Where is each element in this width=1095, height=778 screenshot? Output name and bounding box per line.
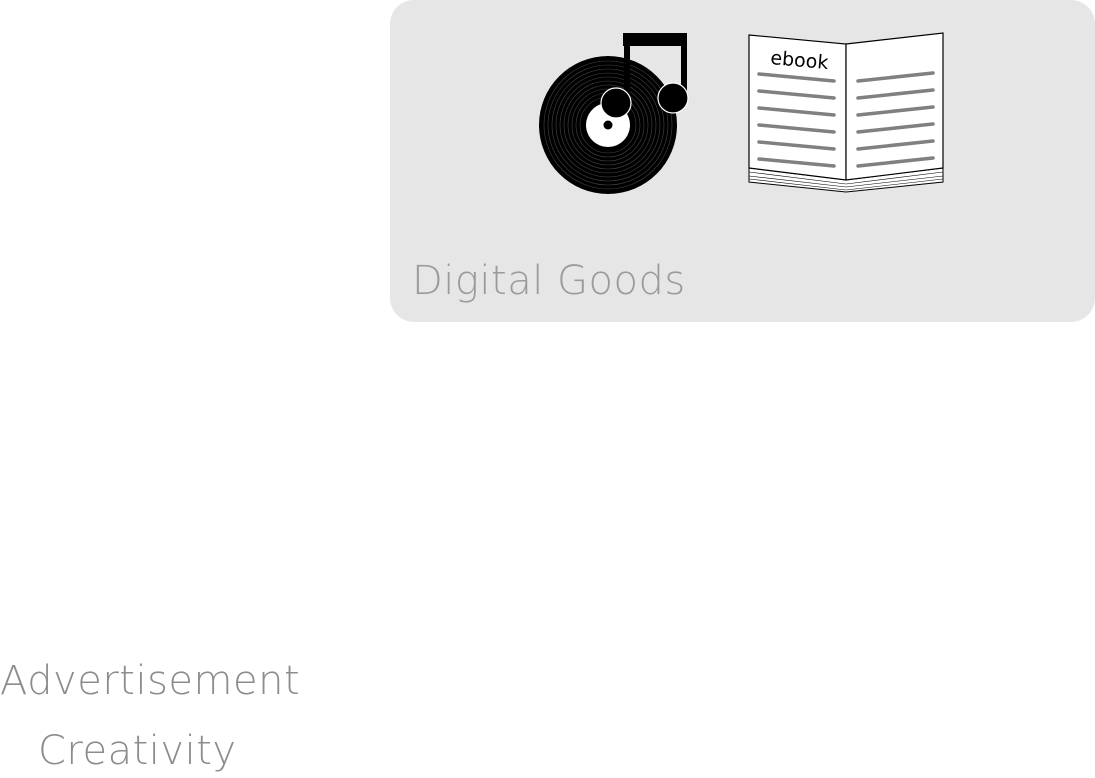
music-vinyl-icon	[539, 33, 689, 194]
digital-goods-card[interactable]: ebook Digital Goods	[390, 0, 1095, 322]
ebook-icon: ebook	[748, 32, 944, 193]
page: ebook Digital Goods Advertisement Creati…	[0, 0, 1095, 778]
card-title: Digital Goods	[412, 258, 686, 304]
advertisement-label: Advertisement	[0, 658, 301, 704]
creativity-label: Creativity	[38, 728, 237, 774]
